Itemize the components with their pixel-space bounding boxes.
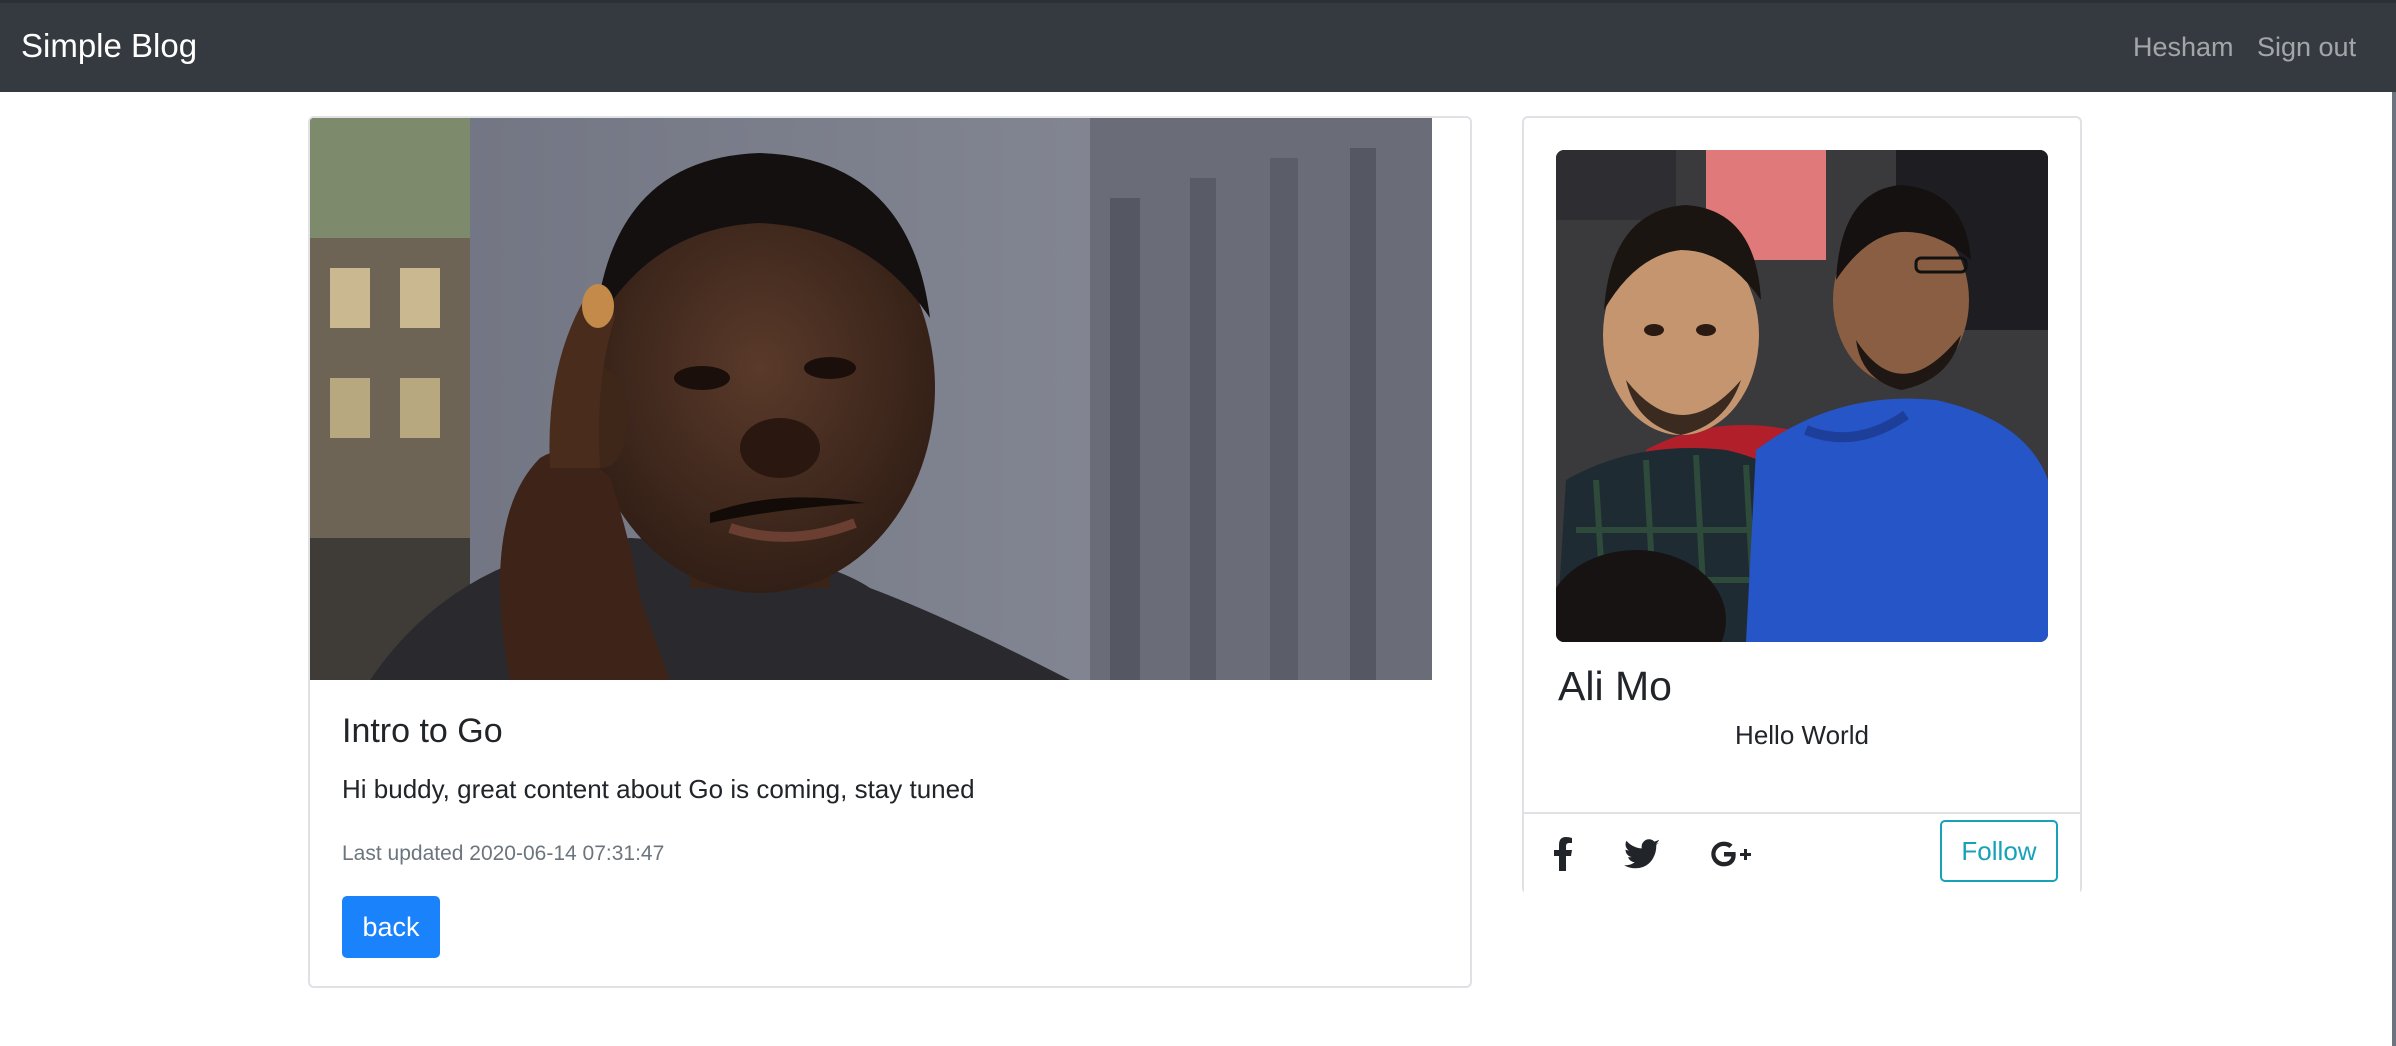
nav-user-link[interactable]: Hesham	[2133, 30, 2234, 64]
back-button[interactable]: back	[342, 896, 440, 958]
window-edge	[2392, 92, 2396, 1046]
profile-card: Ali Mo Hello World Follow	[1522, 116, 2082, 894]
twitter-icon[interactable]	[1622, 834, 1662, 874]
avatar	[1556, 150, 2048, 642]
sign-out-link[interactable]: Sign out	[2257, 30, 2356, 64]
facebook-icon[interactable]	[1550, 834, 1576, 874]
google-plus-icon[interactable]	[1710, 834, 1754, 874]
profile-bio: Hello World	[1735, 720, 1869, 750]
post-card: Intro to Go Hi buddy, great content abou…	[308, 116, 1472, 988]
last-updated-text: Last updated 2020-06-14 07:31:47	[342, 842, 665, 865]
profile-name: Ali Mo	[1558, 663, 1672, 709]
post-title: Intro to Go	[342, 712, 503, 750]
brand-link[interactable]: Simple Blog	[21, 26, 197, 66]
post-body-text: Hi buddy, great content about Go is comi…	[342, 774, 975, 804]
post-image	[310, 118, 1432, 680]
profile-card-footer: Follow	[1524, 812, 2080, 894]
follow-button[interactable]: Follow	[1940, 820, 2058, 882]
navbar: Simple Blog Hesham Sign out	[0, 0, 2396, 92]
